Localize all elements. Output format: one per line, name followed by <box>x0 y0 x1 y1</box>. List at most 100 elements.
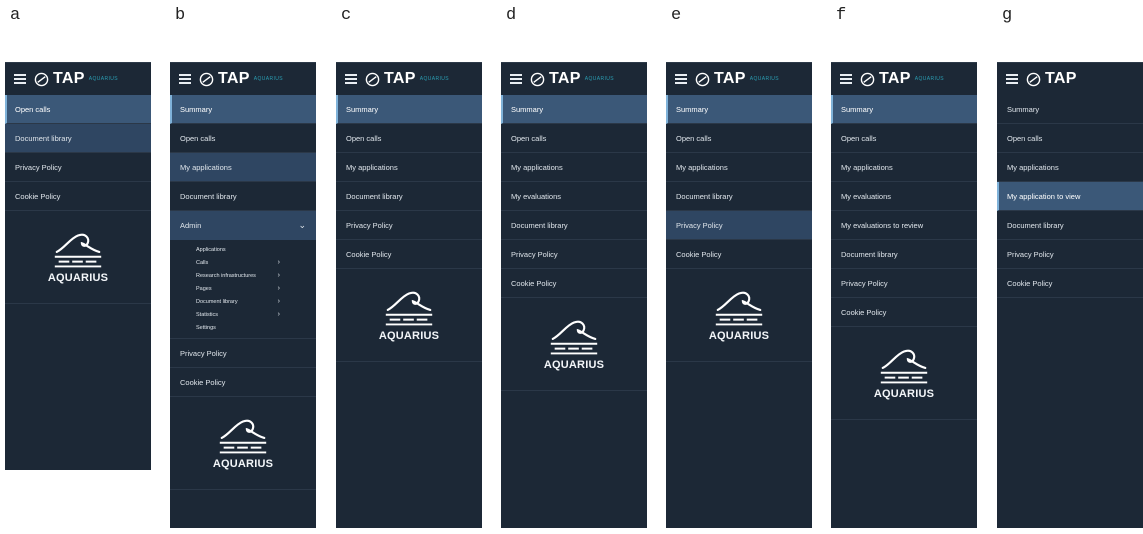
tap-logo-icon <box>860 72 875 86</box>
panel-letter: a <box>10 6 21 25</box>
nav-item-summary[interactable]: Summary <box>997 95 1143 124</box>
nav-label: Open calls <box>15 104 51 114</box>
nav-label: Privacy Policy <box>1007 249 1054 259</box>
nav-label: Open calls <box>676 133 712 143</box>
nav-label: My applications <box>841 162 893 172</box>
nav-item-my-applications[interactable]: My applications <box>831 153 977 182</box>
chevron-right-icon: › <box>277 272 280 279</box>
nav-item-cookie-policy[interactable]: Cookie Policy <box>666 240 812 269</box>
menu-icon[interactable] <box>179 74 191 84</box>
nav-item-summary[interactable]: Summary <box>666 95 812 124</box>
menu-icon[interactable] <box>840 74 852 84</box>
nav-label: Summary <box>346 104 379 114</box>
nav-item-cookie-policy[interactable]: Cookie Policy <box>5 182 151 211</box>
panel-d: d TAP AQUARIUS Summary Open calls My app… <box>501 0 647 534</box>
nav-item-summary[interactable]: Summary <box>336 95 482 124</box>
submenu-item-document-library[interactable]: Document library › <box>170 295 316 308</box>
nav-item-open-calls[interactable]: Open calls <box>666 124 812 153</box>
nav-item-summary[interactable]: Summary <box>501 95 647 124</box>
nav-item-open-calls[interactable]: Open calls <box>831 124 977 153</box>
menu-icon[interactable] <box>510 74 522 84</box>
nav-item-privacy-policy[interactable]: Privacy Policy <box>170 339 316 368</box>
nav-label: Document library <box>15 133 72 143</box>
nav-item-document-library[interactable]: Document library <box>997 211 1143 240</box>
nav-item-document-library[interactable]: Document library <box>170 182 316 211</box>
nav-item-my-applications[interactable]: My applications <box>501 153 647 182</box>
nav-item-document-library[interactable]: Document library <box>831 240 977 269</box>
nav-label: Summary <box>1007 104 1040 114</box>
brand-name: TAP <box>1045 70 1077 87</box>
sidebar-header: TAP AQUARIUS <box>170 63 316 95</box>
panel-letter: f <box>836 6 847 25</box>
logo-text: AQUARIUS <box>378 330 440 342</box>
nav-label: Privacy Policy <box>676 220 723 230</box>
submenu-item-pages[interactable]: Pages › <box>170 282 316 295</box>
panel-letter: d <box>506 6 517 25</box>
submenu-label: Pages <box>196 285 212 292</box>
nav-item-my-applications[interactable]: My applications <box>666 153 812 182</box>
chevron-right-icon: › <box>277 311 280 318</box>
nav-item-admin[interactable]: Admin ⌄ <box>170 211 316 240</box>
nav-label: Admin <box>180 221 202 230</box>
nav-item-my-application-to-view[interactable]: My application to view <box>997 182 1143 211</box>
nav-item-cookie-policy[interactable]: Cookie Policy <box>831 298 977 327</box>
nav-item-privacy-policy[interactable]: Privacy Policy <box>336 211 482 240</box>
nav-item-open-calls[interactable]: Open calls <box>997 124 1143 153</box>
submenu-item-statistics[interactable]: Statistics › <box>170 308 316 321</box>
logo-text: AQUARIUS <box>47 272 109 284</box>
nav-item-my-evaluations[interactable]: My evaluations <box>501 182 647 211</box>
nav-item-cookie-policy[interactable]: Cookie Policy <box>501 269 647 298</box>
menu-icon[interactable] <box>14 74 26 84</box>
nav-item-open-calls[interactable]: Open calls <box>5 95 151 124</box>
nav-item-my-applications[interactable]: My applications <box>170 153 316 182</box>
nav-item-summary[interactable]: Summary <box>831 95 977 124</box>
nav-item-privacy-policy[interactable]: Privacy Policy <box>997 240 1143 269</box>
nav-item-cookie-policy[interactable]: Cookie Policy <box>336 240 482 269</box>
nav-label: My applications <box>511 162 563 172</box>
nav-label: My evaluations to review <box>841 220 924 230</box>
menu-icon[interactable] <box>1006 74 1018 84</box>
sidebar-header: TAP AQUARIUS <box>501 63 647 95</box>
nav-item-document-library[interactable]: Document library <box>501 211 647 240</box>
nav-item-privacy-policy[interactable]: Privacy Policy <box>831 269 977 298</box>
nav-item-privacy-policy[interactable]: Privacy Policy <box>666 211 812 240</box>
nav-item-open-calls[interactable]: Open calls <box>501 124 647 153</box>
nav-item-cookie-policy[interactable]: Cookie Policy <box>170 368 316 397</box>
nav-item-privacy-policy[interactable]: Privacy Policy <box>5 153 151 182</box>
nav-item-document-library[interactable]: Document library <box>666 182 812 211</box>
aquarius-logo: AQUARIUS <box>501 298 647 391</box>
brand-subtitle: AQUARIUS <box>88 76 119 82</box>
sidebar-header: TAP <box>997 63 1143 95</box>
nav-label: Privacy Policy <box>346 220 393 230</box>
nav-label: Open calls <box>841 133 877 143</box>
nav-item-privacy-policy[interactable]: Privacy Policy <box>501 240 647 269</box>
nav-item-my-applications[interactable]: My applications <box>336 153 482 182</box>
menu-icon[interactable] <box>345 74 357 84</box>
submenu-item-calls[interactable]: Calls › <box>170 256 316 269</box>
nav-item-my-evaluations[interactable]: My evaluations <box>831 182 977 211</box>
tap-logo-icon <box>365 72 380 86</box>
submenu-item-settings[interactable]: Settings <box>170 321 316 334</box>
submenu-item-applications[interactable]: Applications <box>170 243 316 256</box>
nav-label: Document library <box>346 191 403 201</box>
nav-label: Summary <box>841 104 874 114</box>
sidebar: TAP AQUARIUS Summary Open calls My appli… <box>831 62 977 528</box>
nav-label: Open calls <box>511 133 547 143</box>
nav-item-open-calls[interactable]: Open calls <box>336 124 482 153</box>
panel-letter: b <box>175 6 186 25</box>
chevron-right-icon: › <box>277 259 280 266</box>
nav-item-summary[interactable]: Summary <box>170 95 316 124</box>
menu-icon[interactable] <box>675 74 687 84</box>
aquarius-logo: AQUARIUS <box>336 269 482 362</box>
sidebar: TAP AQUARIUS Summary Open calls My appli… <box>666 62 812 528</box>
nav-item-my-applications[interactable]: My applications <box>997 153 1143 182</box>
submenu-item-research-infrastructures[interactable]: Research infrastructures › <box>170 269 316 282</box>
nav-item-open-calls[interactable]: Open calls <box>170 124 316 153</box>
chevron-right-icon: › <box>277 298 280 305</box>
nav-item-my-evaluations-to-review[interactable]: My evaluations to review <box>831 211 977 240</box>
nav-list: Summary Open calls My applications My ev… <box>831 95 977 327</box>
nav-item-document-library[interactable]: Document library <box>5 124 151 153</box>
nav-item-document-library[interactable]: Document library <box>336 182 482 211</box>
panel-a: a TAP AQUARIUS Open calls Document libra… <box>5 0 151 534</box>
nav-item-cookie-policy[interactable]: Cookie Policy <box>997 269 1143 298</box>
